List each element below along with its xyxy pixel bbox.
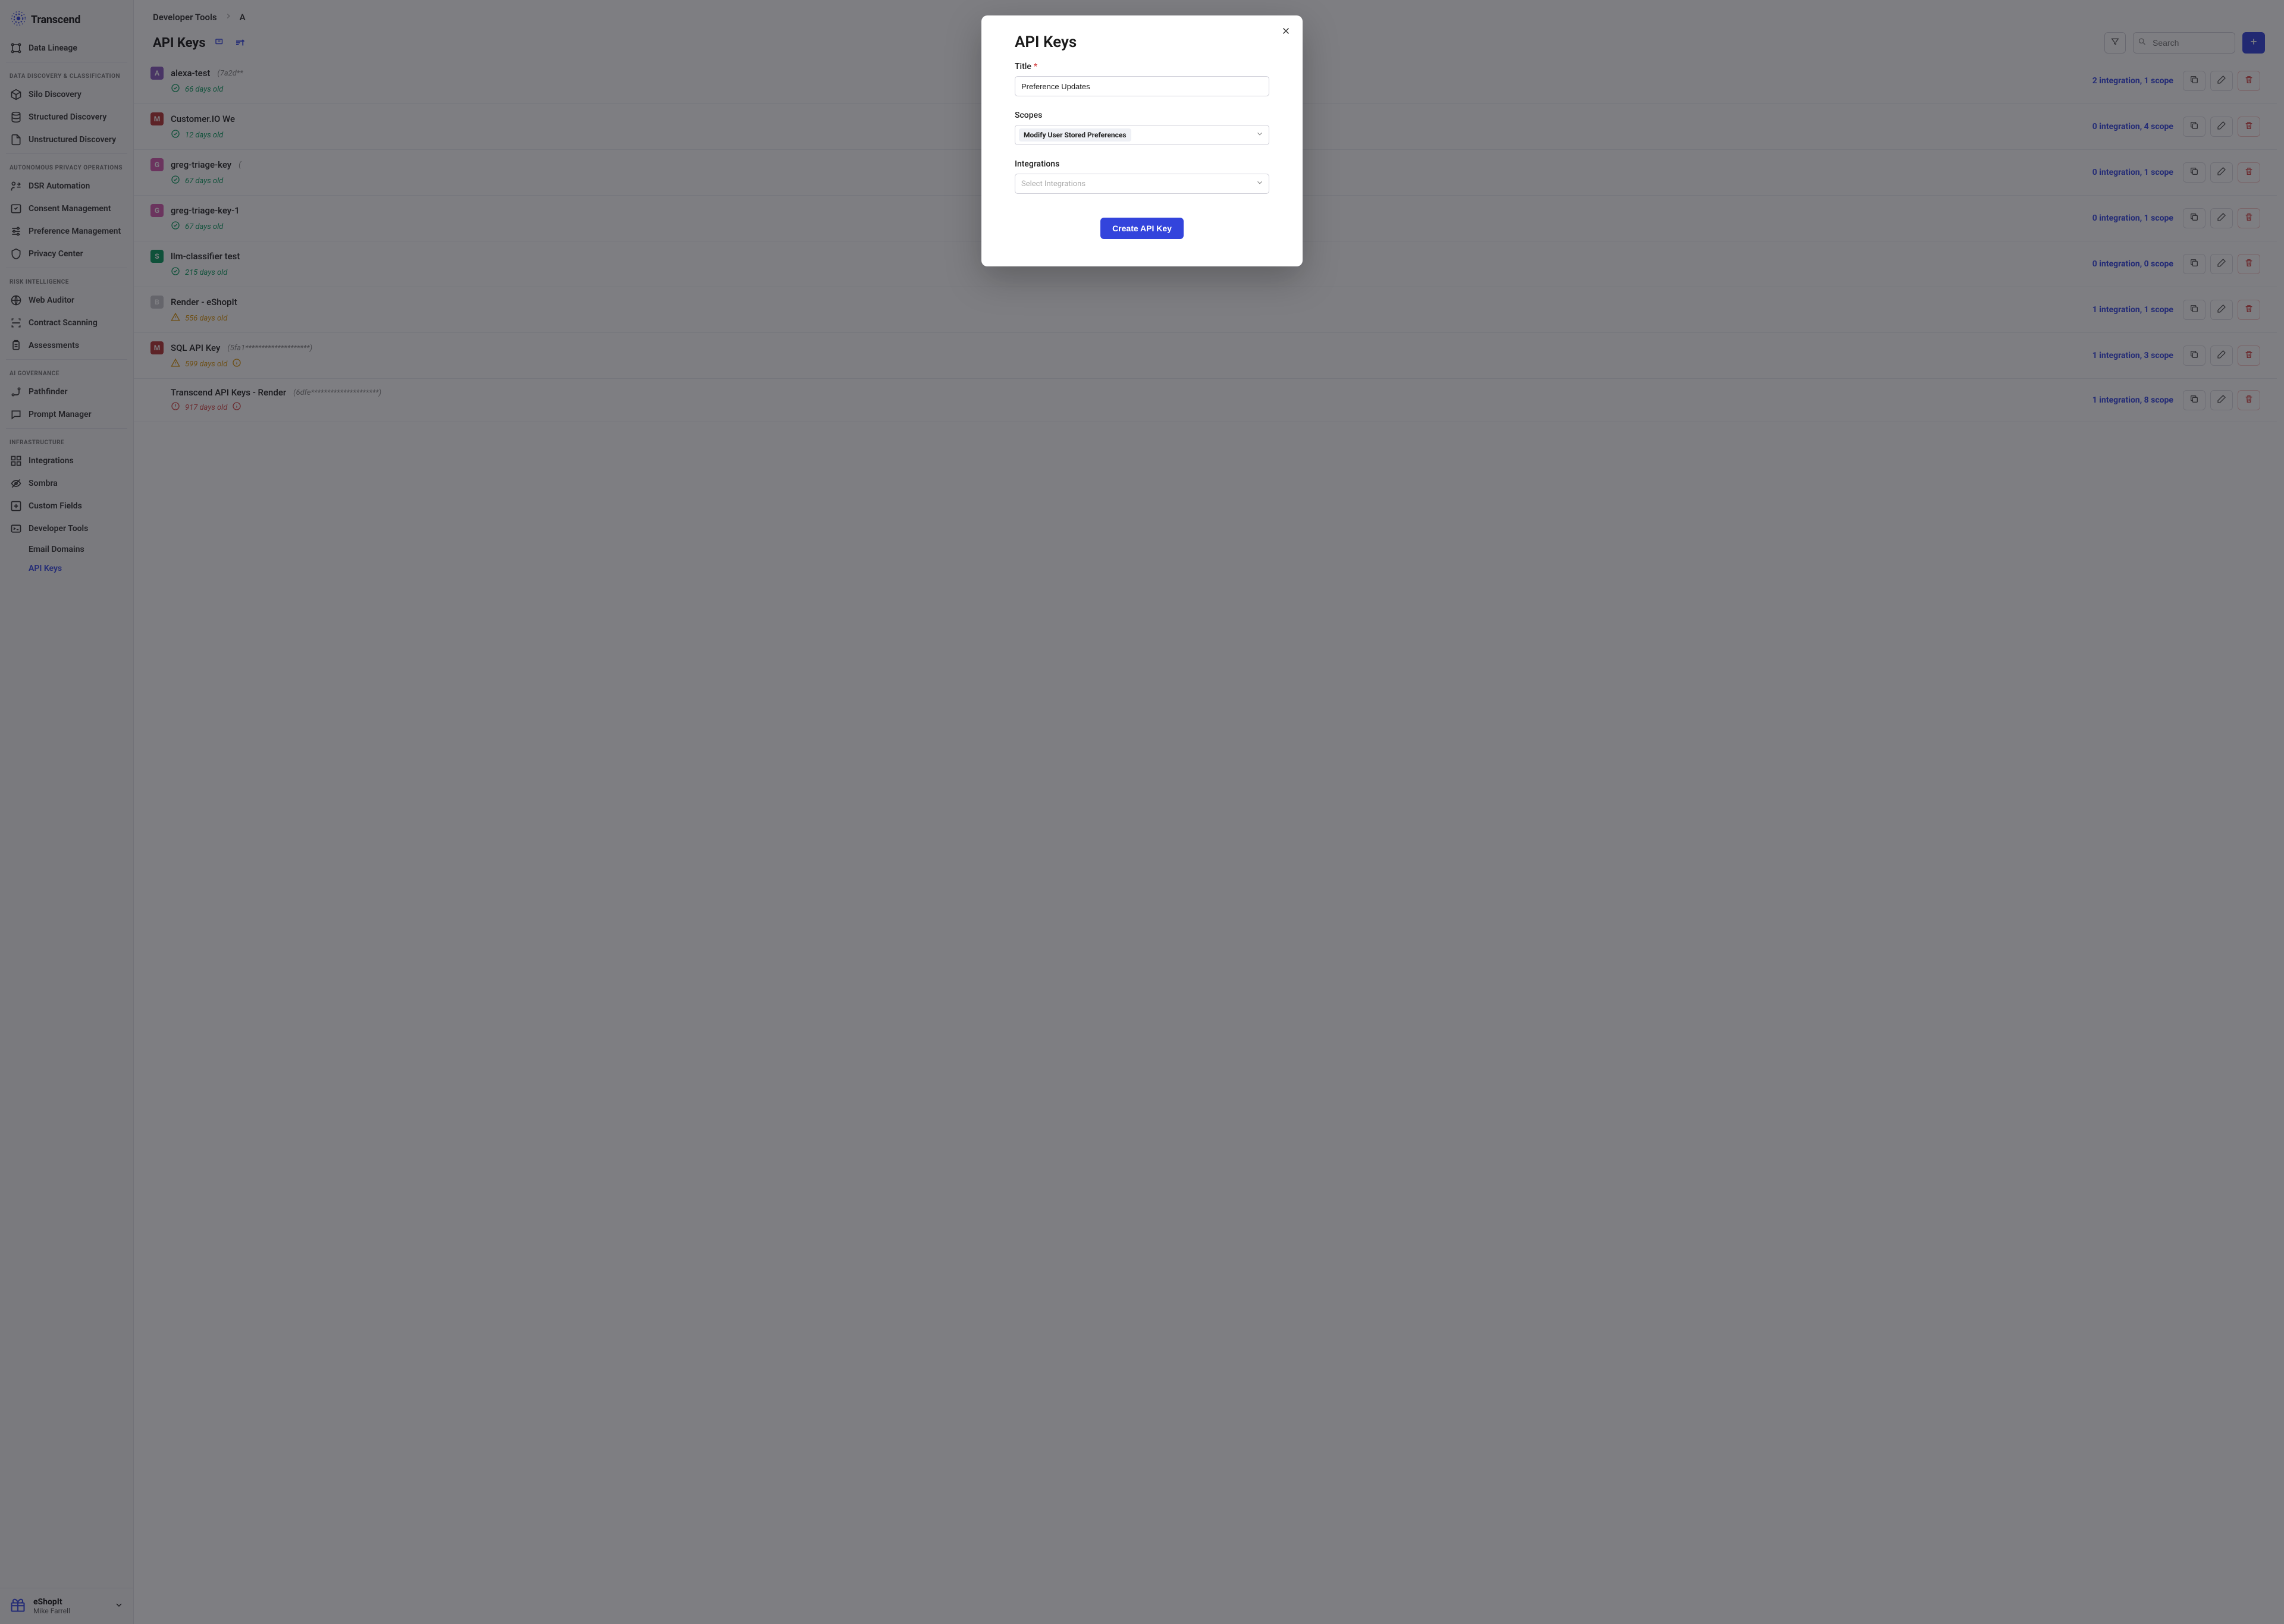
close-button[interactable] <box>1278 24 1294 40</box>
scope-chip[interactable]: Modify User Stored Preferences <box>1019 128 1131 142</box>
label-text: Title <box>1015 62 1031 71</box>
create-api-key-modal: API Keys Title * Scopes Modify User Stor… <box>981 15 1303 266</box>
create-api-key-button[interactable]: Create API Key <box>1100 218 1184 239</box>
chevron-down-icon <box>1256 178 1264 189</box>
modal-title: API Keys <box>1015 33 1269 51</box>
chevron-down-icon <box>1256 130 1264 140</box>
integrations-select[interactable]: Select Integrations <box>1015 174 1269 194</box>
title-field-label: Title * <box>1015 62 1269 71</box>
modal-overlay: API Keys Title * Scopes Modify User Stor… <box>0 0 2284 1624</box>
title-input[interactable] <box>1015 76 1269 96</box>
required-star: * <box>1034 62 1037 71</box>
scopes-select[interactable]: Modify User Stored Preferences <box>1015 125 1269 145</box>
close-icon <box>1281 26 1291 39</box>
scopes-field-label: Scopes <box>1015 111 1269 120</box>
select-placeholder: Select Integrations <box>1019 180 1085 189</box>
integrations-field-label: Integrations <box>1015 159 1269 169</box>
